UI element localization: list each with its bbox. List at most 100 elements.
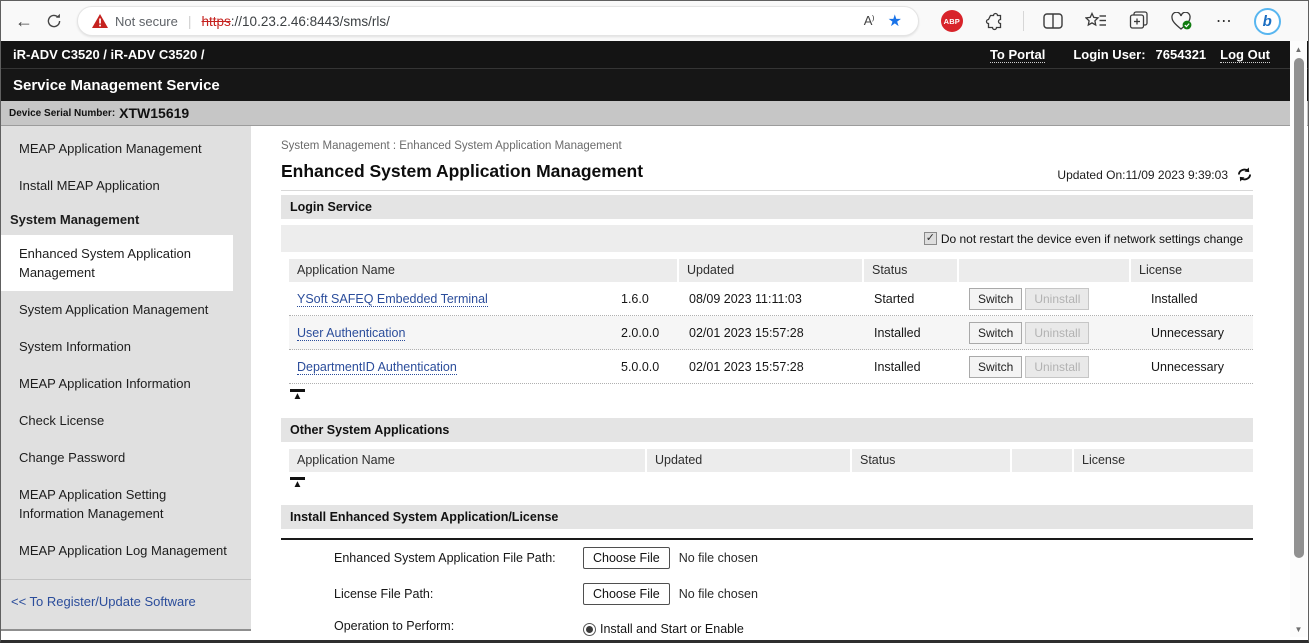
column-header-updated: Updated — [647, 449, 852, 472]
browser-window: ← Not secure | https://10.23.2.46:8443/s… — [0, 0, 1309, 643]
settings-menu-icon[interactable]: ⋯ — [1210, 7, 1238, 35]
sidebar-item-system-application-management[interactable]: System Application Management — [1, 291, 251, 328]
install-form: Enhanced System Application File Path: C… — [281, 538, 1253, 643]
browser-toolbar: ← Not secure | https://10.23.2.46:8443/s… — [1, 1, 1308, 41]
no-file-chosen-text: No file chosen — [679, 587, 758, 601]
url-scheme: https — [202, 14, 231, 29]
restart-checkbox-row: ✓ Do not restart the device even if netw… — [281, 225, 1253, 252]
app-status: Installed — [866, 326, 961, 340]
serial-value: XTW15619 — [119, 105, 189, 121]
favorite-star-icon[interactable]: ★ — [882, 11, 908, 31]
table-row: YSoft SAFEQ Embedded Terminal 1.6.0 08/0… — [289, 282, 1253, 316]
app-link-departmentid-authentication[interactable]: DepartmentID Authentication — [297, 360, 457, 375]
to-top-icon[interactable]: ▲ — [290, 477, 305, 489]
copilot-icon[interactable]: b — [1253, 7, 1281, 35]
app-license: Installed — [1133, 292, 1253, 306]
column-header-actions — [1012, 449, 1074, 472]
license-file-path-label: License File Path: — [281, 587, 583, 601]
table-row: User Authentication 2.0.0.0 02/01 2023 1… — [289, 316, 1253, 350]
serial-bar: Device Serial Number: XTW15619 — [1, 101, 1308, 126]
url-rest: ://10.23.2.46:8443/sms/rls/ — [231, 14, 390, 29]
sidebar-item-meap-application-information[interactable]: MEAP Application Information — [1, 365, 251, 402]
collections-icon[interactable] — [1125, 7, 1153, 35]
column-header-license: License — [1074, 449, 1253, 472]
copilot-logo: b — [1254, 8, 1281, 35]
sidebar: MEAP Application Management Install MEAP… — [1, 126, 251, 631]
column-header-actions — [959, 259, 1131, 282]
favorites-icon[interactable] — [1082, 7, 1110, 35]
table-row: DepartmentID Authentication 5.0.0.0 02/0… — [289, 350, 1253, 384]
app-license: Unnecessary — [1133, 326, 1253, 340]
extensions-icon[interactable] — [981, 7, 1009, 35]
uninstall-button: Uninstall — [1025, 322, 1089, 344]
login-service-table: Application Name Updated Status License … — [289, 259, 1253, 384]
no-file-chosen-text: No file chosen — [679, 551, 758, 565]
other-apps-table: Application Name Updated Status License — [289, 449, 1253, 472]
choose-file-button-application[interactable]: Choose File — [583, 547, 670, 569]
switch-button[interactable]: Switch — [969, 322, 1022, 344]
sidebar-item-enhanced-system-application-management[interactable]: Enhanced System Application Management — [1, 235, 233, 291]
logout-link[interactable]: Log Out — [1220, 47, 1270, 63]
install-heading: Install Enhanced System Application/Lice… — [281, 505, 1253, 529]
app-updated: 02/01 2023 15:57:28 — [681, 326, 866, 340]
page-title: Enhanced System Application Management — [281, 161, 1057, 182]
radio-install-and-start-label: Install and Start or Enable — [600, 622, 744, 636]
sidebar-item-install-meap-application[interactable]: Install MEAP Application — [1, 167, 251, 204]
page-refresh-icon[interactable] — [1236, 167, 1253, 182]
browser-essentials-icon[interactable] — [1168, 7, 1196, 35]
to-top-icon[interactable]: ▲ — [290, 389, 305, 401]
column-header-status: Status — [864, 259, 959, 282]
operation-to-perform-label: Operation to Perform: — [281, 619, 583, 633]
main-content: System Management : Enhanced System Appl… — [251, 126, 1308, 643]
toolbar-icons: ABP ⋯ b — [919, 7, 1300, 35]
back-icon[interactable]: ← — [9, 6, 39, 36]
app-updated: 08/09 2023 11:11:03 — [681, 292, 866, 306]
column-header-application-name: Application Name — [289, 259, 679, 282]
service-title: Service Management Service — [13, 77, 220, 94]
read-aloud-icon[interactable]: A⁾ — [856, 13, 882, 29]
split-screen-icon[interactable] — [1039, 7, 1067, 35]
app-status: Started — [866, 292, 961, 306]
toolbar-separator — [1023, 11, 1024, 31]
refresh-icon-glyph — [46, 13, 62, 29]
scrollbar-thumb[interactable] — [1294, 58, 1304, 558]
adblock-icon[interactable]: ABP — [938, 7, 966, 35]
other-apps-heading: Other System Applications — [281, 418, 1253, 442]
app-link-user-authentication[interactable]: User Authentication — [297, 326, 405, 341]
not-secure-label[interactable]: Not secure — [115, 14, 178, 29]
address-bar[interactable]: Not secure | https://10.23.2.46:8443/sms… — [77, 6, 919, 36]
app-version: 5.0.0.0 — [601, 360, 681, 374]
app-version: 2.0.0.0 — [601, 326, 681, 340]
not-secure-warning-icon — [92, 14, 108, 28]
sidebar-item-meap-application-management[interactable]: MEAP Application Management — [1, 130, 251, 167]
url-text[interactable]: https://10.23.2.46:8443/sms/rls/ — [202, 14, 390, 29]
app-version: 1.6.0 — [601, 292, 681, 306]
sidebar-section-system-management: System Management — [1, 204, 251, 235]
login-user-label: Login User: — [1073, 47, 1145, 62]
app-link-ysoft-safeq[interactable]: YSoft SAFEQ Embedded Terminal — [297, 292, 488, 307]
to-portal-link[interactable]: To Portal — [990, 47, 1045, 63]
column-header-updated: Updated — [679, 259, 864, 282]
adblock-badge: ABP — [941, 10, 963, 32]
sidebar-item-change-password[interactable]: Change Password — [1, 439, 251, 476]
sidebar-item-meap-application-log-management[interactable]: MEAP Application Log Management — [1, 532, 251, 569]
sidebar-item-check-license[interactable]: Check License — [1, 402, 251, 439]
breadcrumb: System Management : Enhanced System Appl… — [281, 140, 1253, 152]
sidebar-register-update-link[interactable]: << To Register/Update Software — [1, 580, 251, 619]
restart-checkbox[interactable]: ✓ — [924, 232, 937, 245]
column-header-license: License — [1131, 259, 1253, 282]
scroll-down-icon[interactable]: ▼ — [1295, 621, 1303, 637]
column-header-application-name: Application Name — [289, 449, 647, 472]
service-title-bar: Service Management Service — [1, 68, 1308, 101]
serial-label: Device Serial Number: — [9, 108, 115, 119]
switch-button[interactable]: Switch — [969, 356, 1022, 378]
switch-button[interactable]: Switch — [969, 288, 1022, 310]
sidebar-item-system-information[interactable]: System Information — [1, 328, 251, 365]
app-license: Unnecessary — [1133, 360, 1253, 374]
choose-file-button-license[interactable]: Choose File — [583, 583, 670, 605]
refresh-icon[interactable] — [39, 6, 69, 36]
scroll-up-icon[interactable]: ▲ — [1295, 41, 1303, 57]
sidebar-item-meap-application-setting-information-management[interactable]: MEAP Application Setting Information Man… — [1, 476, 226, 532]
radio-install-and-start[interactable] — [583, 623, 596, 636]
vertical-scrollbar[interactable]: ▲ ▼ — [1290, 41, 1307, 637]
